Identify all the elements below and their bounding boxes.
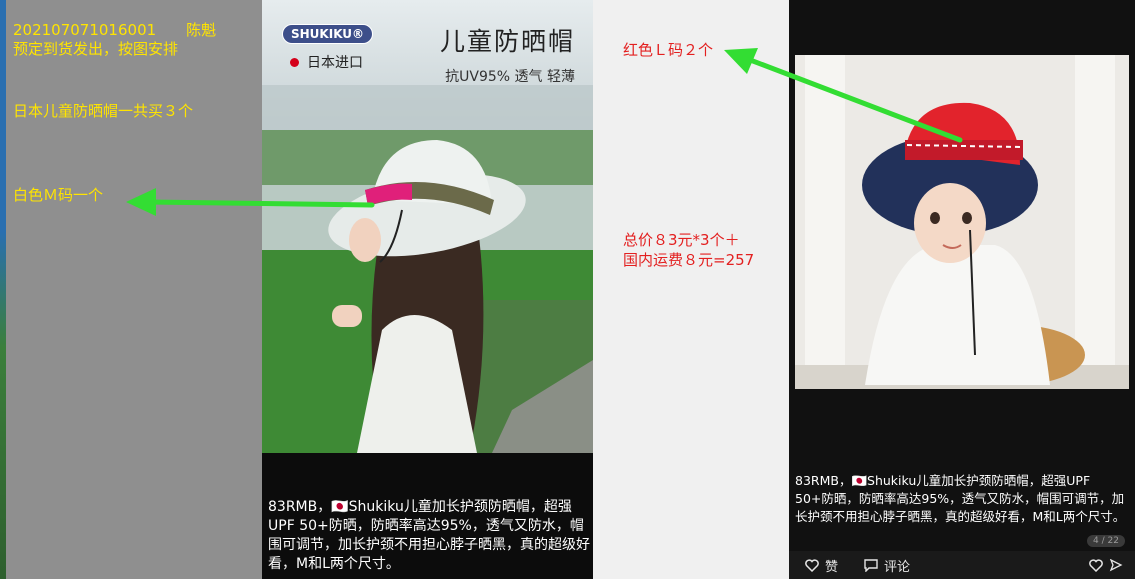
price-note-line2: 国内运费８元=257 <box>623 251 755 269</box>
post-action-bar: 赞 评论 <box>789 551 1135 579</box>
comment-label: 评论 <box>884 559 911 575</box>
like-icon-button-right[interactable] <box>1089 558 1123 572</box>
image-pager: 4 / 22 <box>1087 535 1125 547</box>
comment-icon <box>864 558 878 572</box>
share-icon <box>1109 558 1123 572</box>
left-annotation-panel: 20210707101600​1 陈魁 预定到货发出，按图安排 日本儿童防晒帽一… <box>0 0 262 579</box>
comment-button[interactable]: 评论 <box>864 556 910 575</box>
product-photo-white-hat[interactable]: SHUKIKU® 日本进口 儿童防晒帽 抗UV95% 透气 轻薄 <box>262 0 593 453</box>
photo-illustration-red-hat <box>795 55 1129 389</box>
white-m-note: 白色Ｍ码一个 <box>13 186 104 204</box>
product-subtitle: 抗UV95% 透气 轻薄 <box>445 69 575 85</box>
left-window-edge <box>0 0 6 579</box>
heart-icon <box>805 558 819 572</box>
like-label: 赞 <box>825 559 839 575</box>
dispatch-note: 预定到货发出，按图安排 <box>13 40 179 58</box>
red-l-note: 红色Ｌ码２个 <box>623 41 714 59</box>
post-caption-1: 83RMB，🇯🇵Shukiku儿童加长护颈防晒帽，超强UPF 50+防晒，防晒率… <box>268 499 590 572</box>
heart-icon <box>1089 558 1103 572</box>
brand-badge: SHUKIKU® <box>282 24 374 44</box>
order-number-note: 20210707101600​1 陈魁 <box>13 21 217 39</box>
origin-label: 日本进口 <box>307 55 363 71</box>
like-button[interactable]: 赞 <box>805 556 838 575</box>
total-quantity-note: 日本儿童防晒帽一共买３个 <box>13 102 194 120</box>
flag-jp-icon <box>290 57 299 67</box>
price-note-line1: 总价８3元*3个＋ <box>623 231 740 249</box>
product-photo-red-hat[interactable] <box>795 55 1129 389</box>
origin-row: 日本进口 <box>290 52 363 72</box>
middle-annotation-panel: 红色Ｌ码２个 总价８3元*3个＋ 国内运费８元=257 <box>593 0 789 579</box>
product-post-1: SHUKIKU® 日本进口 儿童防晒帽 抗UV95% 透气 轻薄 83RMB，🇯… <box>262 0 593 579</box>
post-caption-2: 83RMB，🇯🇵Shukiku儿童加长护颈防晒帽，超强UPF 50+防晒，防晒率… <box>795 473 1126 524</box>
product-post-2: 83RMB，🇯🇵Shukiku儿童加长护颈防晒帽，超强UPF 50+防晒，防晒率… <box>789 0 1135 579</box>
product-title: 儿童防晒帽 <box>439 27 575 56</box>
